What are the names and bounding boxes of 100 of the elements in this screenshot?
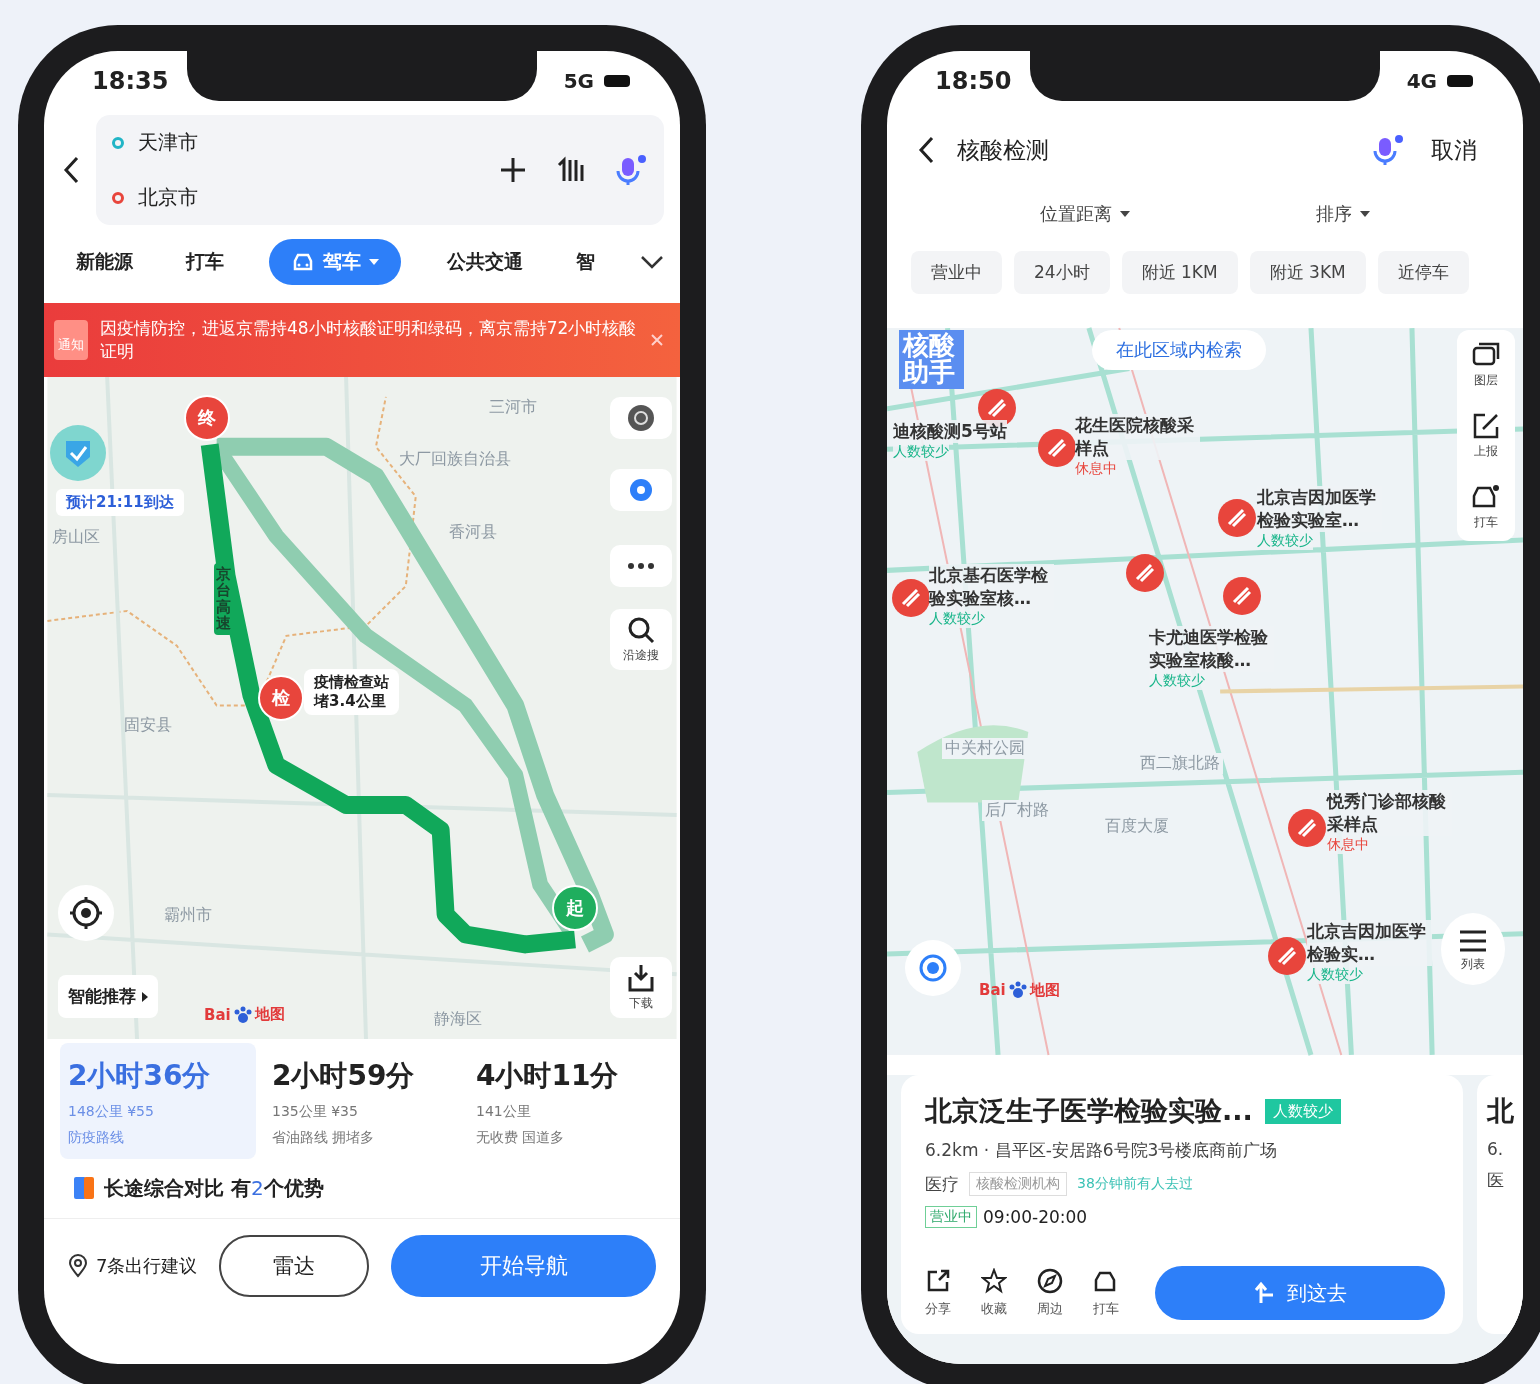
place-title: 北京泛生子医学检验实验...	[925, 1094, 1253, 1128]
test-site-marker-icon[interactable]	[1217, 498, 1257, 538]
next-place-card[interactable]: 北 6. 医	[1477, 1075, 1523, 1334]
download-icon	[626, 962, 656, 993]
filter-chip[interactable]: 附近 1KM	[1121, 251, 1238, 294]
star-icon	[981, 1268, 1007, 1294]
travel-mode-tab[interactable]: 打车	[178, 239, 233, 285]
filter-chip[interactable]: 附近 3KM	[1249, 251, 1366, 294]
search-this-area-button[interactable]: 在此区域内检索	[1092, 330, 1266, 370]
test-site-marker-icon[interactable]	[1287, 808, 1327, 848]
card-action-button[interactable]: 周边	[1037, 1268, 1063, 1318]
network-label: 5G	[563, 69, 594, 93]
battery-icon	[604, 75, 630, 87]
card-action-button[interactable]: 分享	[925, 1268, 951, 1318]
destination-text[interactable]: 北京市	[138, 184, 198, 211]
card-action-button[interactable]: 打车	[1093, 1268, 1119, 1318]
go-here-button[interactable]: 到这去	[1155, 1266, 1445, 1320]
arrival-time-label: 预计21:11到达	[56, 488, 184, 516]
filter-dropdown[interactable]: 排序	[1310, 201, 1376, 227]
route-option[interactable]: 2小时59分 135公里 ¥35 省油路线 拥堵多	[264, 1042, 460, 1159]
test-site-marker-icon[interactable]	[1125, 553, 1165, 593]
place-label: 三河市	[489, 396, 537, 418]
locate-icon	[69, 895, 103, 930]
filter-chip[interactable]: 24小时	[1014, 251, 1110, 294]
status-time: 18:50	[935, 67, 1012, 95]
network-label: 4G	[1406, 69, 1437, 93]
travel-suggestions-link[interactable]: 7条出行建议	[68, 1253, 198, 1278]
map-logo: Bai 地图	[204, 1004, 285, 1025]
opening-hours: 09:00-20:00	[983, 1207, 1088, 1227]
test-site-marker-icon[interactable]	[1222, 576, 1262, 616]
route-option[interactable]: 2小时36分 148公里 ¥55 防疫路线	[60, 1042, 256, 1159]
map-tool-button[interactable]: 下载	[610, 956, 672, 1018]
test-site-marker-icon[interactable]	[1267, 936, 1307, 976]
test-site-name[interactable]: 花生医院核酸采样点	[1075, 414, 1200, 460]
caret-icon	[1120, 211, 1130, 217]
test-site-name[interactable]: 迪核酸测5号站	[893, 420, 1007, 443]
battery-icon	[1447, 75, 1473, 87]
comparison-text: 长途综合对比 有2个优势	[104, 1174, 324, 1202]
expand-chevron-icon[interactable]	[639, 255, 664, 269]
travel-mode-tab[interactable]: 新能源	[68, 239, 141, 285]
road-label: 京台高速	[214, 562, 233, 635]
filter-chip[interactable]: 近停车	[1377, 251, 1469, 294]
notice-badge: 通知	[54, 319, 88, 360]
comparison-icon	[72, 1175, 96, 1202]
voice-assistant-icon[interactable]	[1371, 133, 1405, 167]
destination-dot-icon	[112, 191, 124, 204]
filter-chip[interactable]: 营业中	[911, 251, 1002, 294]
visit-note: 38分钟前有人去过	[1077, 1175, 1193, 1193]
place-address: 6.2km · 昌平区-安居路6号院3号楼底商前广场	[925, 1139, 1279, 1162]
checkpoint-callout[interactable]: 疫情检查站 堵3.4公里	[304, 668, 399, 715]
place-label: 大厂回族自治县	[399, 448, 511, 470]
map-tool-button[interactable]	[610, 396, 672, 439]
search-query[interactable]: 核酸检测	[957, 134, 1351, 166]
status-time: 18:35	[92, 67, 169, 95]
place-label: 静海区	[434, 1008, 482, 1030]
map-tool-button[interactable]: 打车	[1471, 482, 1501, 531]
close-icon[interactable]	[650, 332, 664, 347]
filter-dropdown[interactable]: 位置距离	[1034, 201, 1136, 227]
compass-icon	[1037, 1268, 1063, 1294]
travel-mode-tab[interactable]: 公共交通	[438, 239, 531, 285]
voice-assistant-icon[interactable]	[614, 153, 648, 187]
map-tool-button[interactable]: 图层	[1471, 340, 1501, 389]
smart-recommend-button[interactable]: 智能推荐	[58, 974, 158, 1018]
travel-mode-tab[interactable]: 智	[567, 239, 603, 285]
place-label: 后厂村路	[982, 800, 1052, 821]
map-logo: Bai 地图	[979, 980, 1060, 1000]
route-input-panel[interactable]: 天津市 北京市	[96, 115, 664, 225]
open-status-badge: 营业中	[925, 1206, 977, 1228]
place-tag: 核酸检测机构	[969, 1172, 1067, 1196]
add-icon[interactable]	[498, 155, 528, 185]
place-label: 房山区	[52, 526, 100, 548]
more-icon	[626, 560, 656, 571]
shield-check-icon[interactable]	[48, 422, 108, 483]
radar-button[interactable]: 雷达	[219, 1234, 370, 1297]
test-site-name[interactable]: 北京吉因加医学检验实…	[1307, 920, 1432, 966]
place-label: 西二旗北路	[1137, 753, 1223, 774]
location-pin-icon	[68, 1253, 88, 1278]
checkpoint-title: 疫情检查站	[314, 672, 389, 692]
map-tool-button[interactable]: 沿途搜	[610, 608, 672, 670]
paw-icon	[232, 1004, 253, 1025]
travel-mode-tab[interactable]: 驾车	[269, 239, 402, 285]
test-site-name[interactable]: 北京基石医学检验实验室核…	[929, 564, 1054, 610]
place-label: 固安县	[124, 714, 172, 736]
share-icon	[925, 1268, 951, 1294]
map-tool-button[interactable]	[610, 544, 672, 587]
place-card[interactable]: 北京泛生子医学检验实验... 人数较少 6.2km · 昌平区-安居路6号院3号楼底商前广场 医疗 核酸检测机构 38分钟前有人去过 营业中 09:00-20:00 分享 收藏 周边 打车 到这去	[901, 1075, 1463, 1334]
edit-icon	[1471, 411, 1501, 441]
checkpoint-detail: 堵3.4公里	[314, 691, 387, 711]
test-site-marker-icon[interactable]	[1037, 428, 1077, 468]
origin-text[interactable]: 天津市	[138, 129, 198, 156]
cancel-button[interactable]: 取消	[1425, 133, 1483, 167]
start-navigation-button[interactable]: 开始导航	[391, 1234, 656, 1297]
route-option[interactable]: 4小时11分 141公里 无收费 国道多	[468, 1042, 664, 1159]
origin-dot-icon	[112, 136, 124, 149]
map-tool-button[interactable]: 上报	[1471, 411, 1501, 460]
place-label: 中关村公园	[942, 738, 1028, 759]
place-label: 香河县	[449, 521, 497, 543]
card-action-button[interactable]: 收藏	[981, 1268, 1007, 1318]
caret-icon	[369, 259, 380, 265]
comparison-row[interactable]: 长途综合对比 有2个优势	[44, 1158, 680, 1219]
